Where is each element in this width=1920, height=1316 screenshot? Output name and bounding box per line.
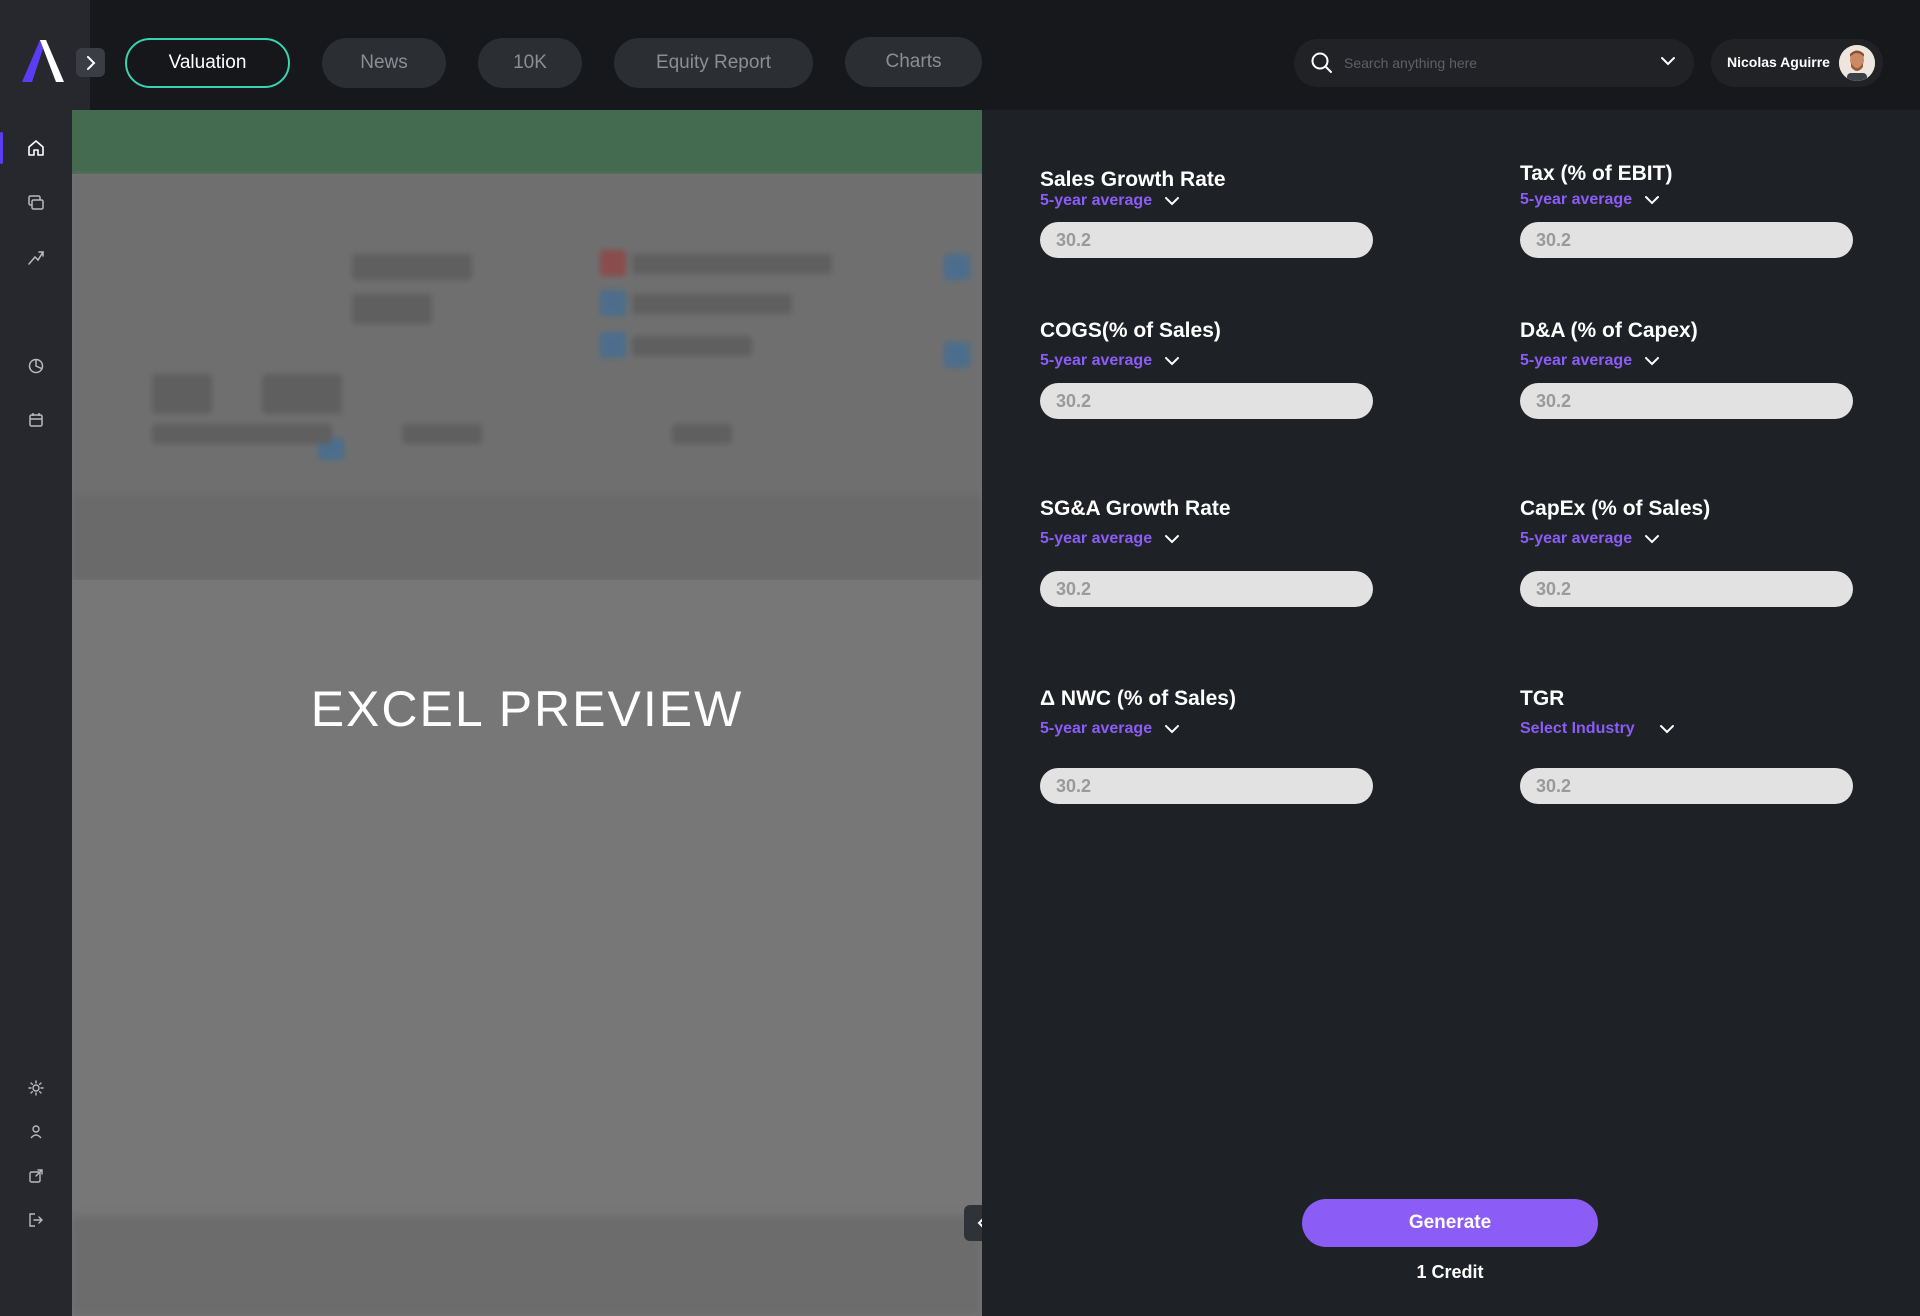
excel-sheet-tabs (72, 1216, 982, 1316)
method-select-value: 5-year average (1520, 530, 1633, 547)
app-logo (22, 40, 64, 82)
chevron-down-icon[interactable] (1660, 55, 1676, 67)
chevron-down-icon (1645, 357, 1660, 366)
tab-valuation[interactable]: Valuation (125, 38, 290, 88)
sidebar-item-logout[interactable] (0, 1198, 72, 1242)
value-input[interactable] (1520, 383, 1853, 419)
field-label: COGS(% of Sales) (1040, 319, 1221, 342)
field-label: Sales Growth Rate (1040, 168, 1226, 191)
tab-news[interactable]: News (322, 38, 446, 88)
value-input[interactable] (1040, 571, 1373, 607)
field-label: TGR (1520, 687, 1565, 710)
generate-button[interactable]: Generate (1302, 1199, 1598, 1247)
chevron-down-icon (1165, 357, 1180, 366)
chevron-down-icon (1165, 197, 1180, 206)
method-select-value: 5-year average (1040, 720, 1153, 737)
avatar[interactable] (1839, 45, 1875, 81)
method-select[interactable]: 5-year average (1520, 530, 1660, 548)
method-select-value: 5-year average (1520, 352, 1633, 369)
chevron-down-icon (1165, 725, 1180, 734)
method-select-value: 5-year average (1040, 192, 1153, 209)
user-name: Nicolas Aguirre (1727, 54, 1830, 70)
field-label: D&A (% of Capex) (1520, 319, 1698, 342)
trend-up-icon (28, 251, 44, 265)
excel-ribbon-header (72, 110, 982, 174)
value-input[interactable] (1520, 222, 1853, 258)
home-icon (28, 140, 44, 156)
method-select[interactable]: 5-year average (1040, 720, 1180, 738)
expand-sidebar-button[interactable] (76, 48, 105, 77)
external-link-icon (29, 1169, 43, 1183)
value-input[interactable] (1520, 571, 1853, 607)
monitor-icon (28, 195, 44, 210)
sidebar-item-screens[interactable] (0, 181, 72, 225)
method-select[interactable]: 5-year average (1520, 191, 1660, 209)
user-icon (30, 1125, 42, 1139)
chevron-down-icon (1659, 725, 1674, 734)
sidebar-item-calendar[interactable] (0, 398, 72, 442)
tab-equity-report[interactable]: Equity Report (614, 38, 813, 88)
sidebar-item-analytics[interactable] (0, 235, 72, 279)
chevron-down-icon (1645, 535, 1660, 544)
sidebar-item-share[interactable] (0, 1154, 72, 1198)
value-input[interactable] (1520, 768, 1853, 804)
user-menu[interactable]: Nicolas Aguirre (1711, 39, 1883, 87)
sidebar (0, 110, 72, 1316)
method-select-value: 5-year average (1520, 191, 1633, 208)
excel-ribbon (72, 174, 982, 494)
method-select[interactable]: 5-year average (1520, 352, 1660, 370)
sun-icon (28, 1080, 44, 1096)
excel-column-headers (72, 494, 982, 580)
field-label: Δ NWC (% of Sales) (1040, 687, 1236, 710)
method-select-value: 5-year average (1040, 530, 1153, 547)
method-select[interactable]: 5-year average (1040, 530, 1180, 548)
sidebar-item-profile[interactable] (0, 1110, 72, 1154)
sidebar-item-home[interactable] (0, 126, 72, 170)
value-input[interactable] (1040, 383, 1373, 419)
calendar-icon (29, 413, 43, 427)
field-label: CapEx (% of Sales) (1520, 497, 1711, 520)
excel-preview: EXCEL PREVIEW (72, 110, 982, 1316)
sidebar-item-reports[interactable] (0, 344, 72, 388)
search-bar (1294, 39, 1694, 87)
field-label: Tax (% of EBIT) (1520, 162, 1673, 185)
top-bar: Valuation News 10K Equity Report Charts … (0, 0, 1920, 110)
industry-select-value: Select Industry (1520, 720, 1635, 737)
method-select[interactable]: 5-year average (1040, 192, 1180, 210)
search-input[interactable] (1344, 51, 1644, 75)
preview-title: EXCEL PREVIEW (310, 681, 744, 737)
chevron-down-icon (1165, 535, 1180, 544)
industry-select[interactable]: Select Industry (1520, 720, 1675, 738)
value-input[interactable] (1040, 222, 1373, 258)
tab-charts[interactable]: Charts (845, 37, 982, 87)
credit-cost: 1 Credit (1416, 1262, 1484, 1282)
method-select[interactable]: 5-year average (1040, 352, 1180, 370)
value-input[interactable] (1040, 768, 1373, 804)
logout-icon (29, 1213, 43, 1227)
pie-chart-icon (28, 358, 44, 374)
field-label: SG&A Growth Rate (1040, 497, 1231, 520)
assumptions-panel (982, 110, 1920, 1316)
search-icon[interactable] (1310, 51, 1334, 75)
chevron-right-icon (86, 55, 95, 70)
chevron-down-icon (1645, 196, 1660, 205)
tab-10k[interactable]: 10K (478, 38, 582, 88)
method-select-value: 5-year average (1040, 352, 1153, 369)
sidebar-item-theme[interactable] (0, 1066, 72, 1110)
